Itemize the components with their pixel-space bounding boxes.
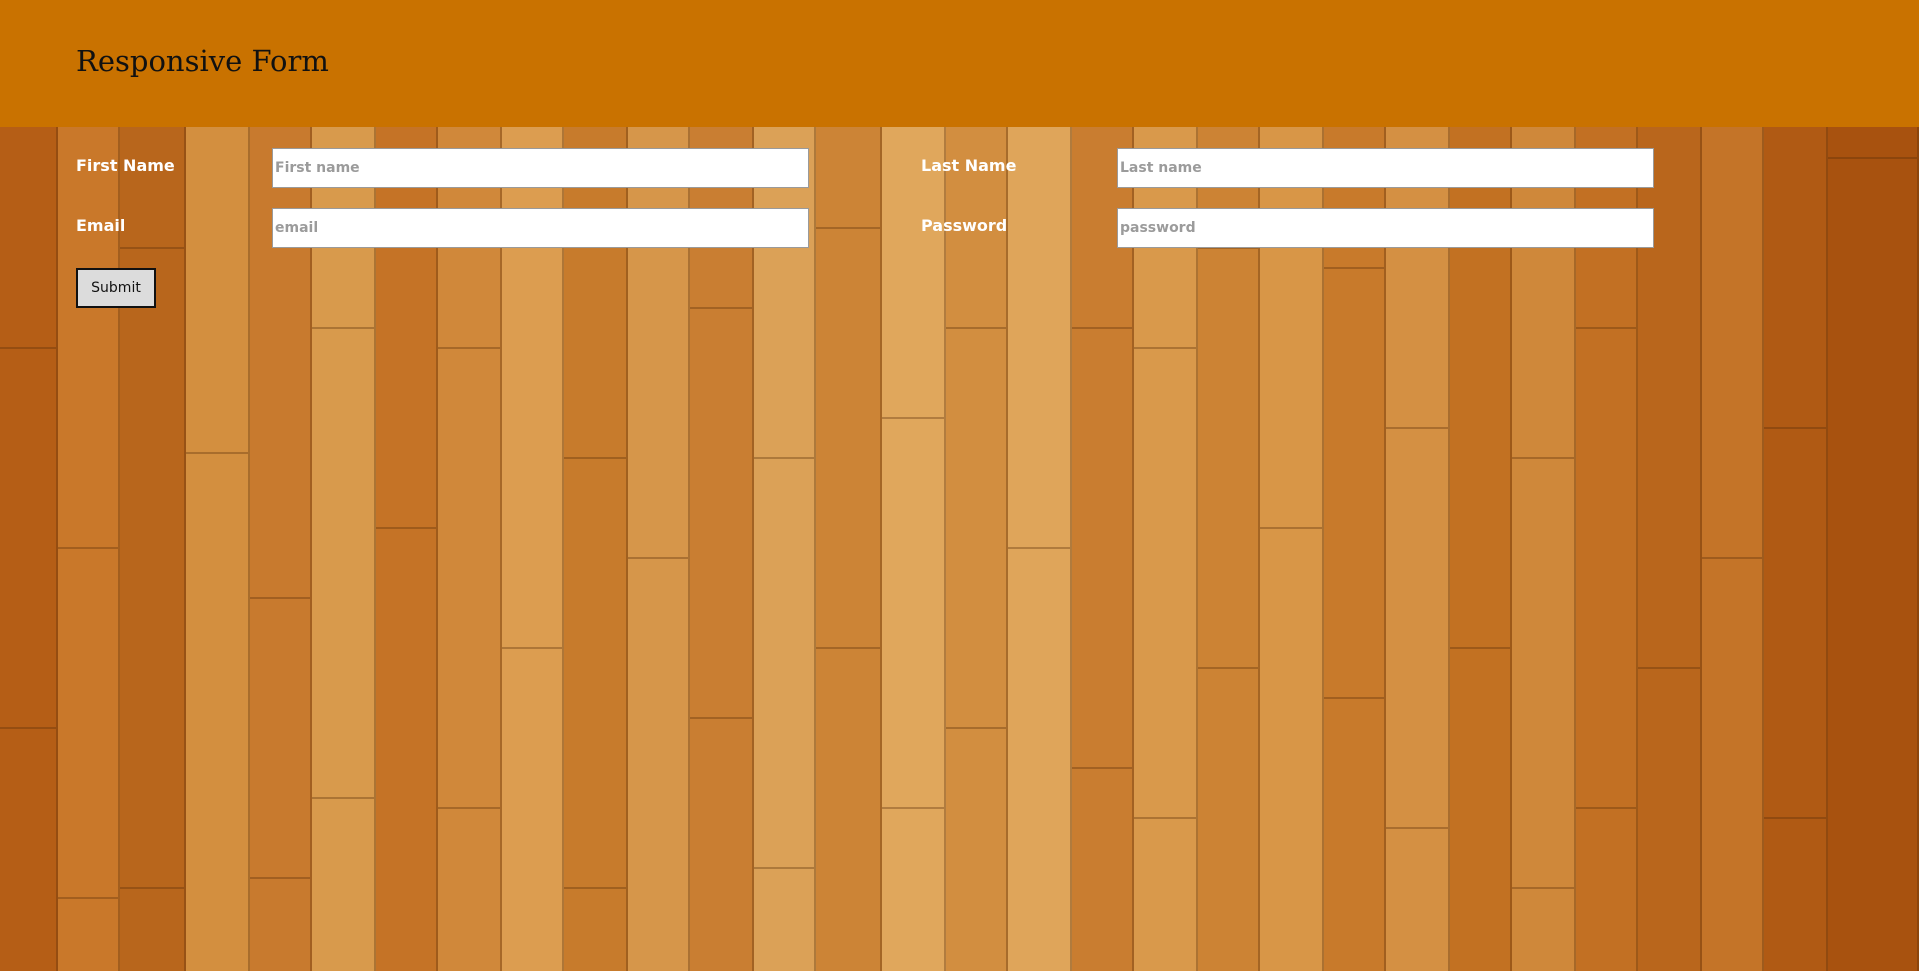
wood-plank: [946, 127, 1008, 971]
wood-plank: [250, 127, 312, 971]
wood-plank: [1134, 127, 1198, 971]
wood-plank: [1008, 127, 1072, 971]
wood-plank: [816, 127, 882, 971]
last-name-input[interactable]: [1117, 148, 1654, 188]
wood-plank: [1638, 127, 1702, 971]
wood-plank: [564, 127, 628, 971]
wood-plank: [1198, 127, 1260, 971]
password-input[interactable]: [1117, 208, 1654, 248]
email-label: Email: [76, 216, 126, 235]
first-name-input[interactable]: [272, 148, 809, 188]
first-name-label: First Name: [76, 156, 175, 175]
wood-plank: [186, 127, 250, 971]
wood-plank: [628, 127, 690, 971]
wood-plank: [1450, 127, 1512, 971]
wood-plank: [376, 127, 438, 971]
wood-plank: [1828, 127, 1919, 971]
wood-plank: [1072, 127, 1134, 971]
email-input[interactable]: [272, 208, 809, 248]
wood-plank: [120, 127, 186, 971]
password-label: Password: [921, 216, 1008, 235]
wood-plank: [1260, 127, 1324, 971]
wood-plank: [1764, 127, 1828, 971]
wood-plank: [1702, 127, 1764, 971]
header-bar: Responsive Form: [0, 0, 1919, 127]
wood-background: [0, 127, 1919, 971]
submit-button[interactable]: Submit: [76, 268, 156, 308]
wood-plank: [58, 127, 120, 971]
wood-plank: [1386, 127, 1450, 971]
wood-plank: [502, 127, 564, 971]
wood-plank: [312, 127, 376, 971]
wood-plank: [690, 127, 754, 971]
page-title: Responsive Form: [76, 44, 329, 78]
wood-plank: [0, 127, 58, 971]
wood-plank: [754, 127, 816, 971]
wood-plank: [1512, 127, 1576, 971]
wood-plank: [1576, 127, 1638, 971]
wood-plank: [882, 127, 946, 971]
wood-plank: [438, 127, 502, 971]
wood-plank: [1324, 127, 1386, 971]
last-name-label: Last Name: [921, 156, 1017, 175]
